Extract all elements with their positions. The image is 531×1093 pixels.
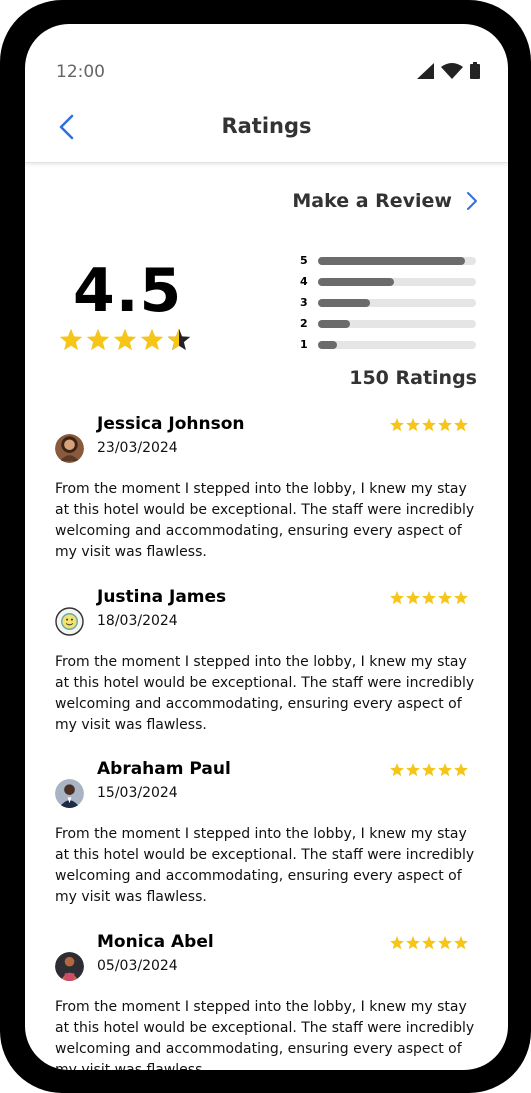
status-icons [417, 62, 480, 79]
make-review-button[interactable]: Make a Review [292, 190, 478, 212]
star-filled-icon [422, 763, 436, 777]
distribution-bar-track [318, 256, 476, 265]
distribution-bar-fill [318, 319, 350, 328]
total-ratings: 150 Ratings [349, 367, 477, 389]
distribution-bar-fill [318, 256, 465, 265]
review-stars [389, 417, 469, 433]
star-filled-icon [406, 418, 420, 432]
review-stars [389, 590, 469, 606]
review-text: From the moment I stepped into the lobby… [55, 826, 475, 905]
review-item: Justina James 18/03/2024 From the moment I… [25, 587, 508, 757]
reviewer-avatar [55, 952, 84, 981]
status-time: 12:00 [56, 62, 105, 82]
review-date: 18/03/2024 [97, 613, 178, 629]
app-header: Ratings [25, 104, 508, 163]
review-item: Abraham Paul 15/03/2024 From the moment I … [25, 759, 508, 929]
distribution-star-label: 1 [300, 338, 308, 351]
star-filled-icon [422, 936, 436, 950]
distribution-bar-track [318, 277, 476, 286]
distribution-row: 3 [300, 292, 480, 313]
chevron-right-icon [467, 192, 477, 210]
reviewer-avatar [55, 434, 84, 463]
star-filled-icon [422, 418, 436, 432]
star-filled-icon [390, 591, 404, 605]
distribution-row: 5 [300, 250, 480, 271]
star-filled-icon [454, 418, 468, 432]
star-filled-icon [86, 328, 110, 351]
review-stars [389, 762, 469, 778]
star-filled-icon [454, 763, 468, 777]
review-stars [389, 935, 469, 951]
reviewer-name: Jessica Johnson [97, 414, 245, 434]
distribution-row: 4 [300, 271, 480, 292]
star-filled-icon [454, 591, 468, 605]
star-filled-icon [390, 418, 404, 432]
page-title: Ratings [221, 114, 312, 138]
distribution-star-label: 3 [300, 296, 308, 309]
review-date: 23/03/2024 [97, 440, 178, 456]
distribution-row: 1 [300, 334, 480, 355]
review-text: From the moment I stepped into the lobby… [55, 481, 475, 560]
review-text: From the moment I stepped into the lobby… [55, 999, 475, 1070]
star-filled-icon [438, 763, 452, 777]
distribution-bar-track [318, 340, 476, 349]
star-filled-icon [422, 591, 436, 605]
reviewer-avatar [55, 607, 84, 636]
star-filled-icon [454, 936, 468, 950]
reviewer-avatar [55, 779, 84, 808]
distribution-bar-fill [318, 277, 394, 286]
reviewer-name: Justina James [97, 587, 227, 607]
star-filled-icon [59, 328, 83, 351]
star-filled-icon [113, 328, 137, 351]
star-filled-icon [390, 763, 404, 777]
distribution-star-label: 5 [300, 254, 308, 267]
status-bar: 12:00 [25, 24, 508, 104]
distribution-star-label: 2 [300, 317, 308, 330]
average-rating: 4.5 [73, 256, 183, 326]
reviewer-name: Monica Abel [97, 932, 214, 952]
review-text: From the moment I stepped into the lobby… [55, 654, 475, 733]
star-filled-icon [406, 763, 420, 777]
review-item: Jessica Johnson 23/03/2024 From the moment… [25, 414, 508, 584]
distribution-star-label: 4 [300, 275, 308, 288]
signal-icon [417, 62, 434, 79]
distribution-bar-track [318, 298, 476, 307]
review-item: Monica Abel 05/03/2024 From the moment I s… [25, 932, 508, 1070]
star-filled-icon [438, 936, 452, 950]
distribution-row: 2 [300, 313, 480, 334]
star-filled-icon [438, 591, 452, 605]
distribution-bar-track [318, 319, 476, 328]
star-filled-icon [406, 591, 420, 605]
review-date: 15/03/2024 [97, 785, 178, 801]
make-review-label: Make a Review [292, 190, 452, 212]
star-filled-icon [390, 936, 404, 950]
battery-icon [470, 62, 480, 79]
reviewer-name: Abraham Paul [97, 759, 231, 779]
app-screen: 12:00 Ratings Make a Review 4.5 5 4 3 2 1 15… [25, 24, 508, 1070]
distribution-bar-fill [318, 298, 371, 307]
distribution-bar-fill [318, 340, 337, 349]
star-filled-icon [438, 418, 452, 432]
star-half-icon [167, 328, 191, 351]
star-filled-icon [140, 328, 164, 351]
rating-distribution: 5 4 3 2 1 [300, 250, 480, 355]
wifi-icon [441, 62, 463, 79]
phone-frame: 12:00 Ratings Make a Review 4.5 5 4 3 2 1 15… [0, 0, 531, 1093]
average-stars [58, 327, 192, 353]
star-filled-icon [406, 936, 420, 950]
review-date: 05/03/2024 [97, 958, 178, 974]
